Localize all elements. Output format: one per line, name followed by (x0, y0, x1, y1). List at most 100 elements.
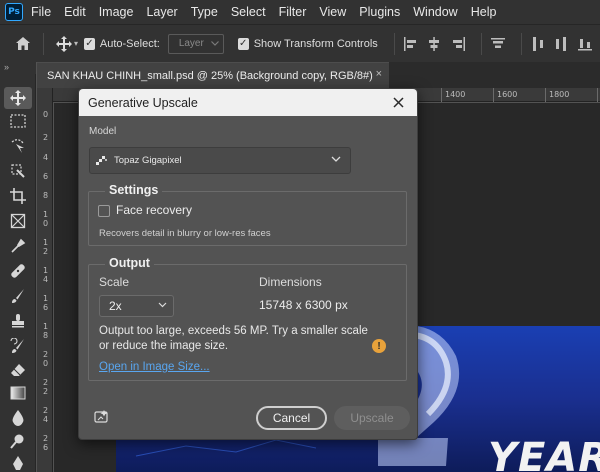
ruler-label: 2 (43, 247, 49, 256)
close-icon[interactable] (389, 93, 407, 111)
warning-icon: ! (372, 339, 386, 353)
generative-upscale-dialog: Generative Upscale Model Topaz Gigapixel… (78, 88, 418, 440)
align-right-edges-icon[interactable] (449, 35, 465, 53)
divider (393, 32, 395, 55)
ruler-label: 4 (43, 275, 49, 284)
upscale-button[interactable]: Upscale (334, 406, 410, 430)
chevron-down-icon (158, 302, 167, 308)
auto-select-checkbox[interactable]: ✓ (83, 37, 95, 50)
align-horizontal-centers-icon[interactable] (426, 35, 442, 53)
tools-panel (0, 74, 36, 472)
feedback-icon[interactable] (93, 409, 111, 425)
menu-layer[interactable]: Layer (146, 5, 177, 19)
frame-tool-icon[interactable] (4, 210, 32, 232)
ruler-tick (597, 88, 598, 102)
divider (521, 32, 522, 55)
menu-view[interactable]: View (319, 5, 346, 19)
menu-select[interactable]: Select (231, 5, 266, 19)
output-title: Output (105, 256, 154, 270)
auto-select-label: Auto-Select: (99, 37, 160, 50)
scale-dropdown[interactable]: 2x (99, 295, 174, 317)
distribute-centers-icon[interactable] (553, 35, 569, 53)
show-transform-checkbox[interactable]: ✓ (237, 37, 249, 50)
options-bar: ▾ ✓ Auto-Select: Layer ✓ Show Transform … (0, 24, 600, 62)
toolbar-collapse-toggle[interactable]: » (0, 62, 36, 74)
ruler-label: 1800 (549, 90, 570, 99)
menu-type[interactable]: Type (191, 5, 218, 19)
dialog-title: Generative Upscale (88, 96, 198, 110)
ruler-label: 1 (43, 238, 49, 247)
photoshop-logo-icon[interactable]: Ps (5, 3, 23, 21)
move-tool-preset-icon[interactable] (52, 31, 76, 57)
menu-help[interactable]: Help (471, 5, 497, 19)
auto-select-value: Layer (178, 38, 204, 49)
ruler-label: 4 (43, 415, 49, 424)
align-top-edges-icon[interactable] (490, 35, 506, 53)
ruler-label: 1 (43, 294, 49, 303)
ruler-label: 1600 (497, 90, 518, 99)
history-brush-tool-icon[interactable] (4, 335, 32, 357)
ruler-label: 6 (43, 303, 49, 312)
home-icon[interactable] (10, 30, 35, 58)
menu-plugins[interactable]: Plugins (359, 5, 400, 19)
close-icon[interactable]: × (376, 68, 382, 80)
blur-tool-icon[interactable] (4, 407, 32, 429)
cancel-button[interactable]: Cancel (256, 406, 327, 430)
distribute-bottom-icon[interactable] (577, 35, 593, 53)
ruler-label: 2 (43, 350, 49, 359)
document-tab[interactable]: SAN KHAU CHINH_small.psd @ 25% (Backgrou… (37, 62, 389, 88)
model-label: Model (89, 126, 117, 137)
ruler-label: 2 (43, 434, 49, 443)
distribute-top-icon[interactable] (530, 35, 546, 53)
ruler-label: 0 (43, 359, 49, 368)
chevron-down-icon (210, 41, 219, 46)
vertical-ruler: 0 2 4 6 8 1 0 1 2 1 4 1 6 1 8 2 0 2 2 2 … (37, 88, 53, 472)
ruler-tick (545, 88, 546, 102)
quick-selection-tool-icon[interactable] (4, 160, 32, 182)
ruler-label: 1400 (445, 90, 466, 99)
pen-tool-icon[interactable] (4, 452, 32, 472)
menu-window[interactable]: Window (413, 5, 457, 19)
eraser-tool-icon[interactable] (4, 359, 32, 381)
menu-file[interactable]: File (31, 5, 51, 19)
open-image-size-link[interactable]: Open in Image Size... (99, 361, 210, 373)
face-recovery-hint: Recovers detail in blurry or low-res fac… (99, 228, 271, 239)
settings-group: Settings Face recovery Recovers detail i… (88, 183, 407, 246)
ruler-label: 2 (43, 406, 49, 415)
scale-value: 2x (109, 299, 122, 313)
gradient-tool-icon[interactable] (4, 382, 32, 404)
chevron-down-icon[interactable]: ▾ (74, 39, 78, 48)
marquee-tool-icon[interactable] (4, 110, 32, 132)
ruler-label: 4 (43, 153, 49, 162)
object-selection-tool-icon[interactable] (4, 135, 32, 157)
ruler-label: 0 (43, 219, 49, 228)
menu-image[interactable]: Image (99, 5, 134, 19)
scale-label: Scale (99, 275, 130, 289)
align-left-edges-icon[interactable] (403, 35, 419, 53)
healing-brush-tool-icon[interactable] (4, 260, 32, 282)
ruler-label: 1 (43, 322, 49, 331)
ruler-label: 8 (43, 191, 49, 200)
brush-tool-icon[interactable] (4, 285, 32, 307)
menu-filter[interactable]: Filter (279, 5, 307, 19)
output-group: Output Scale Dimensions 2x 15748 x 6300 … (88, 256, 407, 381)
move-tool-icon[interactable] (4, 87, 32, 109)
crop-tool-icon[interactable] (4, 185, 32, 207)
dimensions-value: 15748 x 6300 px (259, 298, 348, 312)
eyedropper-tool-icon[interactable] (4, 235, 32, 257)
clone-stamp-tool-icon[interactable] (4, 310, 32, 332)
model-dropdown[interactable]: Topaz Gigapixel (89, 147, 351, 174)
dimensions-label: Dimensions (259, 275, 322, 289)
face-recovery-checkbox[interactable] (98, 205, 110, 217)
warning-message-line1: Output too large, exceeds 56 MP. Try a s… (99, 325, 368, 337)
menu-edit[interactable]: Edit (64, 5, 86, 19)
ruler-label: 6 (43, 443, 49, 452)
document-tab-title: SAN KHAU CHINH_small.psd @ 25% (Backgrou… (47, 69, 373, 82)
ruler-label: 1 (43, 210, 49, 219)
document-tab-bar: SAN KHAU CHINH_small.psd @ 25% (Backgrou… (37, 62, 600, 88)
divider (43, 32, 45, 55)
auto-select-dropdown[interactable]: Layer (167, 33, 224, 54)
dodge-tool-icon[interactable] (4, 430, 32, 452)
ruler-tick (441, 88, 442, 102)
face-recovery-label[interactable]: Face recovery (116, 203, 192, 217)
